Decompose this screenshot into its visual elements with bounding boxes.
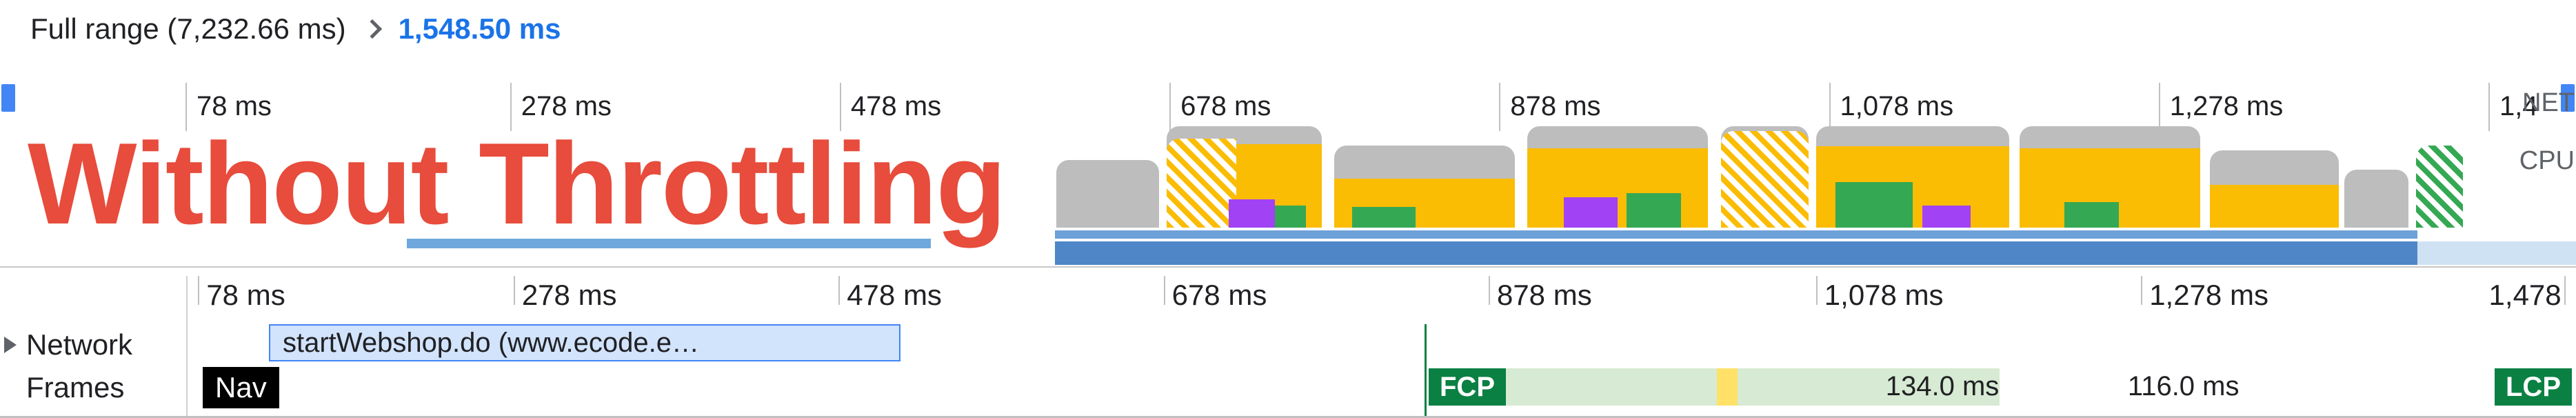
- frame-duration-label: 116.0 ms: [2128, 371, 2240, 402]
- network-request-bar[interactable]: startWebshop.do (www.ecode.e…: [269, 324, 900, 361]
- network-request-label: startWebshop.do (www.ecode.e…: [283, 328, 699, 359]
- annotation-overlay: Without Throttling: [28, 117, 1005, 250]
- divider: [0, 266, 2576, 268]
- ruler-tick: 678 ms: [1169, 83, 1171, 131]
- ruler-tick: 1,078 ms: [1816, 276, 1818, 305]
- full-range-label[interactable]: Full range (7,232.66 ms): [30, 12, 346, 46]
- cpu-chunk: [2020, 126, 2200, 228]
- ruler-tick-label: 1,078 ms: [1824, 279, 1944, 312]
- ruler-tick-label: 1,278 ms: [2170, 91, 2284, 122]
- fcp-badge[interactable]: FCP: [1429, 368, 1506, 406]
- ruler-tick: 1,278 ms: [2159, 83, 2160, 131]
- fcp-marker-line: [1425, 324, 1427, 418]
- net-bar: [2417, 241, 2576, 265]
- ruler-tick: 878 ms: [1499, 83, 1500, 131]
- cpu-chunk: [1167, 126, 1321, 228]
- cpu-chunk: [1721, 126, 1809, 228]
- ruler-tick: 1,4: [2488, 83, 2490, 131]
- ruler-tick-label: 678 ms: [1180, 91, 1271, 122]
- ruler-tick: 1,078 ms: [1829, 83, 1831, 131]
- ruler-tick-label: 78 ms: [206, 279, 285, 312]
- cpu-chunk: [1816, 126, 2009, 228]
- detail-panel[interactable]: 78 ms 278 ms 478 ms 678 ms 878 ms 1,078 ms 1,2…: [0, 276, 2576, 418]
- ruler-tick-label: 1,278 ms: [2149, 279, 2268, 312]
- ruler-tick: 1,478: [2564, 276, 2566, 305]
- ruler-tick: 278 ms: [514, 276, 515, 305]
- net-label: NET: [2522, 88, 2575, 118]
- cpu-chunk: [2416, 146, 2462, 228]
- cpu-chunk: [2344, 170, 2408, 228]
- ruler-tick-label: 878 ms: [1510, 91, 1600, 122]
- expand-triangle-icon[interactable]: [4, 337, 17, 353]
- ruler-tick-label: 478 ms: [847, 279, 942, 312]
- frame-segment[interactable]: [1469, 368, 1717, 406]
- ruler-tick-label: 1,478: [2489, 279, 2562, 312]
- frames-row[interactable]: Frames Nav FCP LCP 134.0 ms 116.0 ms: [0, 364, 2576, 415]
- net-bar: [1055, 230, 2417, 239]
- chevron-right-icon: [362, 19, 381, 39]
- nav-badge[interactable]: Nav: [203, 367, 279, 408]
- frame-segment[interactable]: [1717, 368, 1738, 406]
- cpu-label: CPU: [2519, 146, 2575, 176]
- ruler-tick: 878 ms: [1489, 276, 1490, 305]
- ruler-tick: 678 ms: [1164, 276, 1165, 305]
- cpu-chunk: [2210, 150, 2339, 228]
- ruler-tick-label: 1,078 ms: [1840, 91, 1954, 122]
- ruler-tick-label: 878 ms: [1497, 279, 1592, 312]
- cpu-chunk: [1527, 126, 1708, 228]
- ruler-tick: 78 ms: [198, 276, 199, 305]
- net-bar: [1055, 241, 2417, 265]
- ruler-tick-label: 278 ms: [522, 279, 617, 312]
- ruler-tick-label: 678 ms: [1172, 279, 1267, 312]
- ruler-tick: 1,278 ms: [2141, 276, 2142, 305]
- network-row[interactable]: Network startWebshop.do (www.ecode.e…: [0, 324, 2576, 364]
- selected-range-label[interactable]: 1,548.50 ms: [399, 12, 561, 46]
- lcp-badge[interactable]: LCP: [2495, 368, 2572, 406]
- range-breadcrumb: Full range (7,232.66 ms) 1,548.50 ms: [30, 12, 561, 46]
- frames-row-label: Frames: [26, 371, 124, 404]
- network-row-label: Network: [26, 328, 132, 361]
- cpu-chunk: [1334, 146, 1515, 228]
- ruler-tick: 478 ms: [838, 276, 840, 305]
- frame-duration-label: 134.0 ms: [1886, 371, 2000, 402]
- detail-ruler[interactable]: 78 ms 278 ms 478 ms 678 ms 878 ms 1,078 ms 1,2…: [186, 276, 2576, 324]
- cpu-chunk: [1056, 160, 1159, 228]
